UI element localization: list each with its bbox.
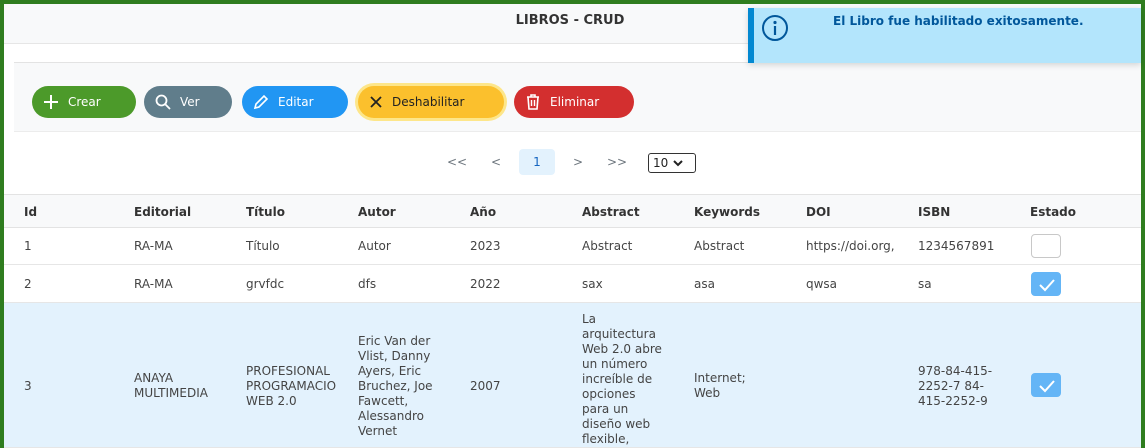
header-id[interactable]: Id <box>24 205 37 219</box>
cell-isbn: 1234567891 <box>918 239 995 253</box>
rows-per-page-value: 10 <box>653 156 669 170</box>
estado-checkbox[interactable] <box>1031 272 1061 296</box>
estado-checkbox[interactable] <box>1031 373 1061 397</box>
cell-line: PROFESIONAL <box>246 364 330 378</box>
chevron-down-icon <box>673 160 683 167</box>
plus-icon <box>44 95 58 109</box>
eliminar-button[interactable]: Eliminar <box>514 86 634 118</box>
toast-message: El Libro fue habilitado exitosamente. <box>833 14 1084 28</box>
cell-abstract: sax <box>582 277 603 291</box>
cell-isbn: sa <box>918 277 932 291</box>
cell-line: Internet; <box>694 371 746 385</box>
cell-id: 3 <box>24 379 32 393</box>
crear-button-label: Crear <box>68 95 101 109</box>
estado-checkbox[interactable] <box>1031 234 1061 258</box>
cell-line: MULTIMEDIA <box>134 386 208 400</box>
rows-per-page-select[interactable]: 10 <box>648 153 696 173</box>
check-icon <box>1039 380 1055 393</box>
trash-icon <box>527 94 539 110</box>
cell-line: diseño web <box>582 417 651 431</box>
cell-editorial: RA-MA <box>134 239 173 253</box>
cell-line: increíble de <box>582 372 653 386</box>
header-doi[interactable]: DOI <box>806 205 831 219</box>
cell-line: Eric Van der <box>358 334 431 348</box>
cell-keywords: asa <box>694 277 715 291</box>
eliminar-button-label: Eliminar <box>550 95 600 109</box>
crear-button[interactable]: Crear <box>32 86 136 118</box>
next-page-button[interactable]: > <box>568 150 588 174</box>
cell-titulo: Título <box>246 239 280 253</box>
cell-line: La <box>582 312 597 326</box>
info-icon <box>762 15 788 41</box>
cell-isbn: 978-84-415- 2252-7 84- 415-2252-9 <box>918 364 992 409</box>
cell-abstract: Abstract <box>582 239 633 253</box>
header-isbn[interactable]: ISBN <box>918 205 950 219</box>
search-icon <box>155 94 171 110</box>
cell-titulo: grvfdc <box>246 277 285 291</box>
close-icon <box>370 96 382 108</box>
editar-button-label: Editar <box>278 95 314 109</box>
cell-line: Vlist, Danny <box>358 349 431 363</box>
cell-line: Bruchez, Joe <box>358 379 433 393</box>
header-abstract[interactable]: Abstract <box>582 205 640 219</box>
cell-line: para un <box>582 402 629 416</box>
cell-editorial: ANAYA MULTIMEDIA <box>134 371 208 401</box>
cell-anio: 2022 <box>470 277 501 291</box>
cell-id: 1 <box>24 239 32 253</box>
pencil-icon <box>253 94 269 110</box>
deshabilitar-button[interactable]: Deshabilitar <box>358 86 504 118</box>
cell-autor: Eric Van der Vlist, Danny Ayers, Eric Br… <box>358 334 433 439</box>
prev-page-button[interactable]: < <box>486 150 506 174</box>
header-autor[interactable]: Autor <box>358 205 396 219</box>
cell-editorial: RA-MA <box>134 277 173 291</box>
cell-line: Vernet <box>358 424 398 438</box>
cell-line: 415-2252-9 <box>918 394 988 408</box>
cell-id: 2 <box>24 277 32 291</box>
cell-doi: https://doi.org, <box>806 239 895 253</box>
cell-keywords: Abstract <box>694 239 745 253</box>
cell-line: 2252-7 84- <box>918 379 984 393</box>
cell-line: flexible, <box>582 432 630 446</box>
cell-line: Web <box>694 386 721 400</box>
page-1-button[interactable]: 1 <box>519 149 555 175</box>
cell-keywords: Internet; Web <box>694 371 746 401</box>
cell-line: Alessandro <box>358 409 425 423</box>
cell-line: un número <box>582 357 648 371</box>
table-row[interactable] <box>4 265 1141 303</box>
ver-button-label: Ver <box>180 95 200 109</box>
cell-line: WEB 2.0 <box>246 394 297 408</box>
header-keywords[interactable]: Keywords <box>694 205 760 219</box>
deshabilitar-button-label: Deshabilitar <box>392 95 465 109</box>
cell-line: opciones <box>582 387 636 401</box>
cell-line: Web 2.0 abre <box>582 342 662 356</box>
header-editorial[interactable]: Editorial <box>134 205 191 219</box>
cell-doi: qwsa <box>806 277 838 291</box>
cell-abstract: La arquitectura Web 2.0 abre un número i… <box>582 312 662 447</box>
ver-button[interactable]: Ver <box>144 86 232 118</box>
header-titulo[interactable]: Título <box>246 205 285 219</box>
cell-line: 978-84-415- <box>918 364 993 378</box>
cell-line: arquitectura <box>582 327 656 341</box>
cell-line: ANAYA <box>134 371 174 385</box>
cell-titulo: PROFESIONAL PROGRAMACIO WEB 2.0 <box>246 364 346 409</box>
check-icon <box>1039 279 1055 292</box>
header-estado[interactable]: Estado <box>1030 205 1076 219</box>
last-page-button[interactable]: >> <box>606 150 628 174</box>
cell-line: PROGRAMACIO <box>246 379 337 393</box>
cell-anio: 2007 <box>470 379 501 393</box>
cell-line: Fawcett, <box>358 394 409 408</box>
cell-anio: 2023 <box>470 239 501 253</box>
header-anio[interactable]: Año <box>470 205 496 219</box>
page-title: LIBROS - CRUD <box>515 13 625 28</box>
cell-line: Ayers, Eric <box>358 364 422 378</box>
editar-button[interactable]: Editar <box>242 86 348 118</box>
cell-autor: dfs <box>358 277 377 291</box>
first-page-button[interactable]: << <box>446 150 468 174</box>
cell-autor: Autor <box>358 239 391 253</box>
